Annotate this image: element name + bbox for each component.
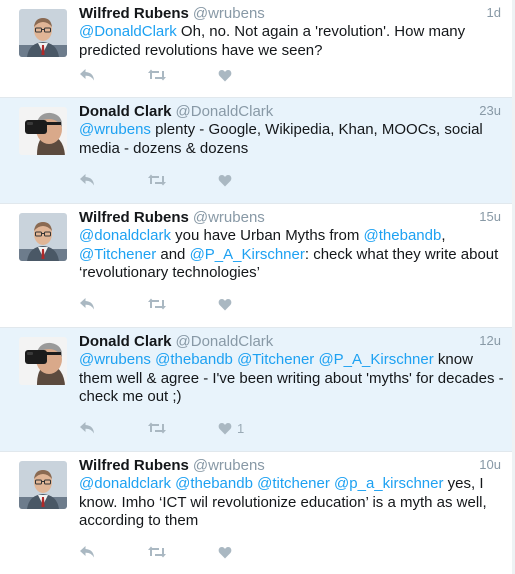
reply-icon [80,298,94,310]
retweet-button[interactable] [147,295,167,313]
tweet-text: @wrubens @thebandb @Titchener @P_A_Kirsc… [79,351,507,407]
mention-link[interactable]: @donaldclark [79,227,171,244]
mention-link[interactable]: @thebandb [175,475,253,492]
tweet-text-segment: you have Urban Myths from [170,227,364,244]
mention-link[interactable]: @DonaldClark [79,23,177,40]
tweet-text-segment: and [156,245,190,263]
tweet-timestamp[interactable]: 12u [479,333,501,348]
tweet-timestamp[interactable]: 10u [479,457,501,472]
avatar[interactable] [19,337,67,385]
tweet-text: @donaldclark you have Urban Myths from @… [79,227,507,283]
like-button[interactable] [218,543,237,561]
avatar[interactable] [19,461,67,509]
mention-link[interactable]: @p_a_kirschner [334,475,443,492]
heart-icon [218,69,232,81]
retweet-icon [148,298,166,310]
mention-link[interactable]: @donaldclark [79,475,171,492]
author-handle[interactable]: @DonaldClark [176,333,274,350]
tweet[interactable]: Donald Clark @DonaldClark 12u @wrubens @t… [0,328,515,452]
author-handle[interactable]: @DonaldClark [176,103,274,120]
like-button[interactable] [218,295,237,313]
author-name[interactable]: Wilfred Rubens [79,5,189,22]
tweet-timestamp[interactable]: 23u [479,103,501,118]
mention-link[interactable]: @wrubens [79,351,151,368]
tweet-text: @wrubens plenty - Google, Wikipedia, Kha… [79,121,507,158]
heart-icon [218,546,232,558]
tweet[interactable]: Wilfred Rubens @wrubens 1d @DonaldClark O… [0,0,515,98]
retweet-button[interactable] [147,66,167,84]
reply-button[interactable] [79,295,95,313]
retweet-icon [148,546,166,558]
reply-button[interactable] [79,171,95,189]
retweet-button[interactable] [147,171,167,189]
mention-link[interactable]: @wrubens [79,121,151,138]
like-count: 1 [237,420,245,436]
reply-icon [80,174,94,186]
tweet[interactable]: Wilfred Rubens @wrubens 10u @donaldclark … [0,452,515,574]
avatar[interactable] [19,9,67,57]
reply-button[interactable] [79,543,95,561]
reply-icon [80,69,94,81]
mention-link[interactable]: @Titchener [79,246,156,263]
like-button[interactable]: 1 [218,419,244,437]
tweet-timestamp[interactable]: 15u [479,209,501,224]
author-name[interactable]: Wilfred Rubens [79,209,189,226]
author-name[interactable]: Donald Clark [79,103,172,120]
mention-link[interactable]: @P_A_Kirschner [190,246,305,263]
tweet[interactable]: Wilfred Rubens @wrubens 15u @donaldclark … [0,204,515,328]
like-button[interactable] [218,66,237,84]
retweet-icon [148,69,166,81]
retweet-icon [148,174,166,186]
mention-link[interactable]: @P_A_Kirschner [318,351,433,368]
tweet-text: @donaldclark @thebandb @titchener @p_a_k… [79,475,507,531]
mention-link[interactable]: @Titchener [237,351,314,368]
mention-link[interactable]: @thebandb [155,351,233,368]
mention-link[interactable]: @thebandb [364,227,442,244]
avatar[interactable] [19,107,67,155]
tweet-timestamp[interactable]: 1d [487,5,501,20]
heart-icon [218,174,232,186]
reply-icon [80,546,94,558]
reply-button[interactable] [79,419,95,437]
mention-link[interactable]: @titchener [257,475,330,492]
author-name[interactable]: Wilfred Rubens [79,457,189,474]
tweet-text-segment: , [441,227,446,244]
avatar[interactable] [19,213,67,261]
author-handle[interactable]: @wrubens [193,457,265,474]
reply-icon [80,422,94,434]
heart-icon [218,298,232,310]
reply-button[interactable] [79,66,95,84]
author-name[interactable]: Donald Clark [79,333,172,350]
tweet-text: @DonaldClark Oh, no. Not again a 'revolu… [79,23,507,60]
retweet-icon [148,422,166,434]
author-handle[interactable]: @wrubens [193,5,265,22]
retweet-button[interactable] [147,543,167,561]
retweet-button[interactable] [147,419,167,437]
like-button[interactable] [218,171,237,189]
tweet[interactable]: Donald Clark @DonaldClark 23u @wrubens pl… [0,98,515,204]
tweet-timeline: Wilfred Rubens @wrubens 1d @DonaldClark O… [0,0,515,574]
author-handle[interactable]: @wrubens [193,209,265,226]
heart-icon [218,422,232,434]
